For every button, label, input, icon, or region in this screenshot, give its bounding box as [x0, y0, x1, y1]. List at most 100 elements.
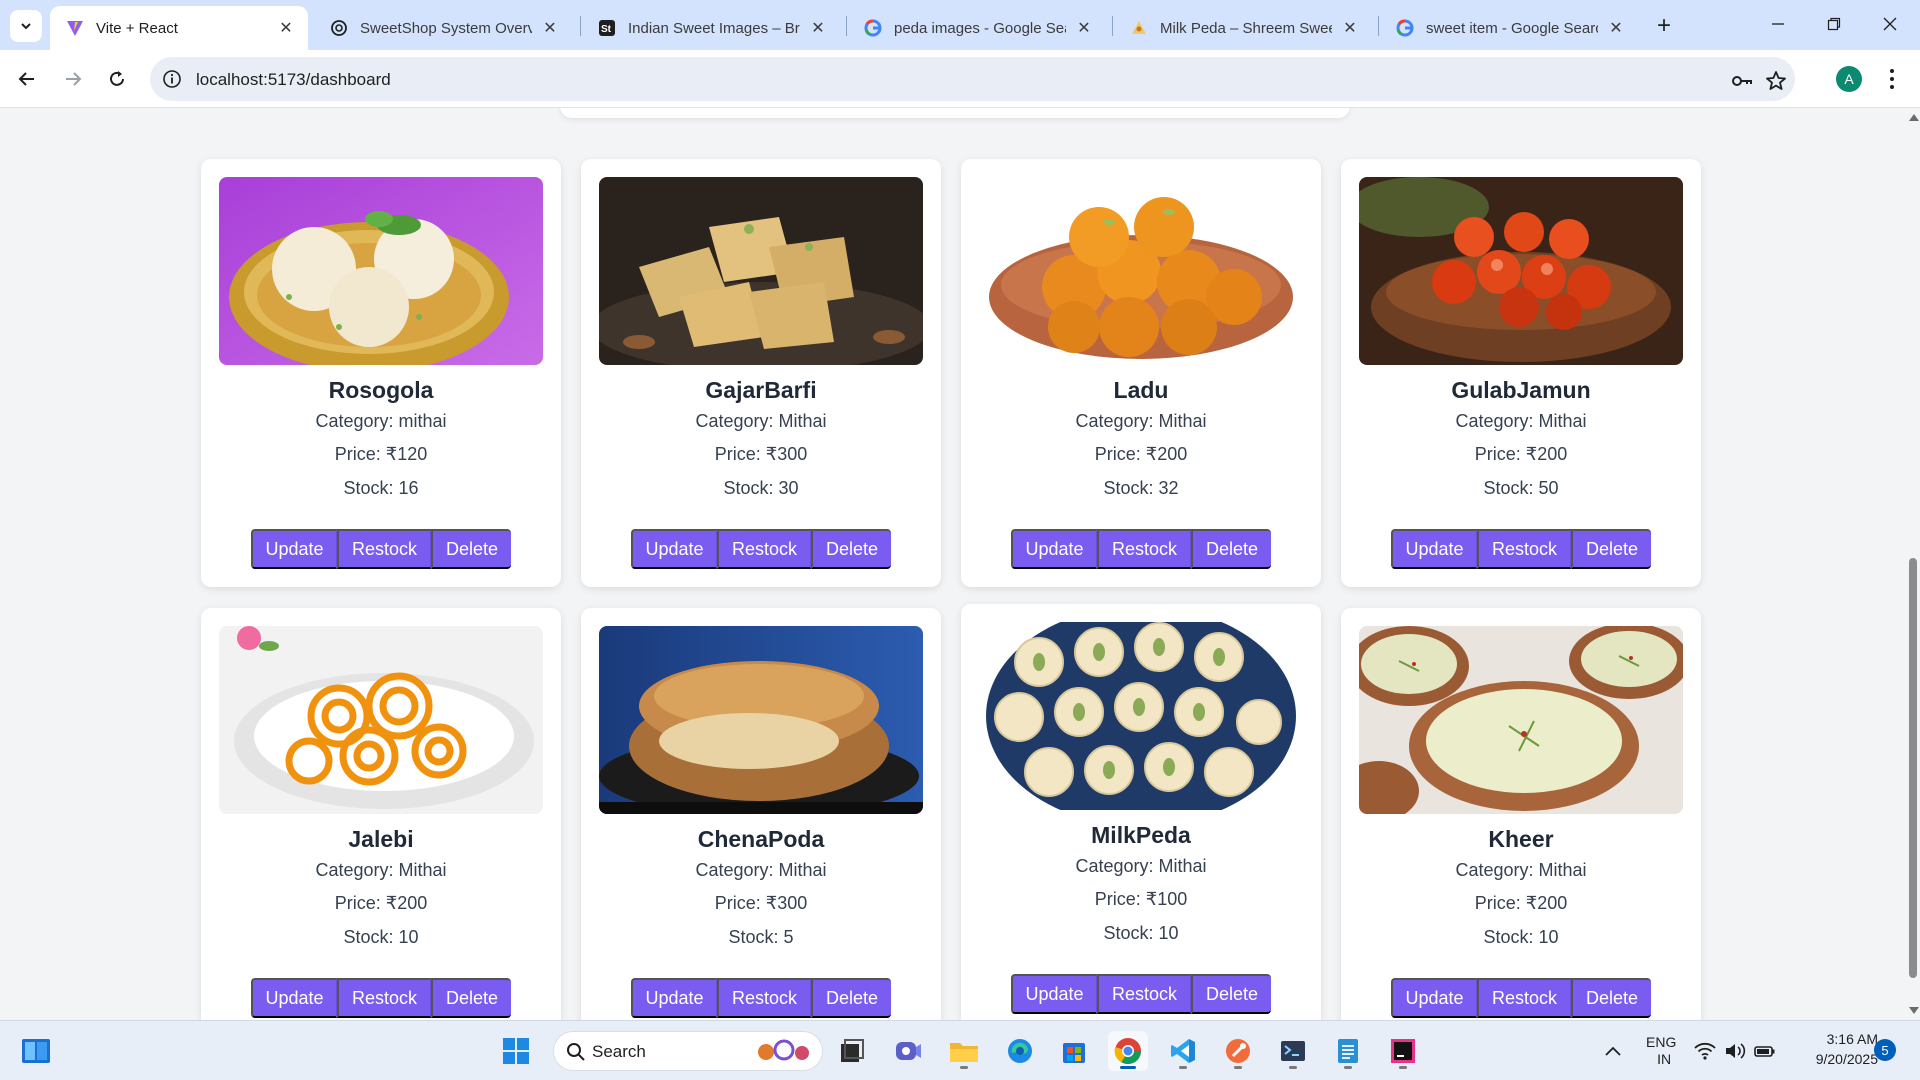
sweet-image-jalebi [219, 626, 543, 814]
terminal-icon[interactable] [1273, 1031, 1313, 1071]
update-button[interactable]: Update [1011, 529, 1097, 569]
sweet-name: Rosogola [328, 377, 434, 403]
vite-icon [66, 19, 84, 37]
delete-button[interactable]: Delete [1191, 529, 1271, 569]
notepad-icon[interactable] [1328, 1031, 1368, 1071]
scroll-up-arrow-icon[interactable] [1909, 114, 1919, 121]
sweet-name: Kheer [1488, 826, 1554, 852]
update-button[interactable]: Update [1011, 974, 1097, 1014]
sweet-stock: Stock: 5 [728, 927, 794, 947]
close-icon[interactable]: ✕ [1340, 18, 1360, 38]
sweet-stock: Stock: 10 [1103, 923, 1179, 943]
running-indicator [1399, 1066, 1407, 1069]
delete-button[interactable]: Delete [1191, 974, 1271, 1014]
restore-button[interactable] [1806, 0, 1862, 48]
search-icon [567, 1043, 585, 1061]
password-key-icon[interactable] [1730, 69, 1754, 93]
sweet-stock: Stock: 30 [723, 478, 799, 498]
restock-button[interactable]: Restock [717, 978, 811, 1018]
page-scrollbar[interactable] [1906, 108, 1920, 1020]
update-button[interactable]: Update [251, 978, 337, 1018]
tab-peda-images[interactable]: peda images - Google Sea ✕ [848, 6, 1106, 50]
delete-button[interactable]: Delete [431, 529, 511, 569]
language-indicator[interactable]: ENG IN [1646, 1021, 1676, 1080]
running-indicator [1234, 1066, 1242, 1069]
update-button[interactable]: Update [1391, 978, 1477, 1018]
delete-button[interactable]: Delete [1571, 978, 1651, 1018]
file-explorer-icon[interactable] [944, 1031, 984, 1071]
task-view-icon[interactable] [832, 1031, 872, 1071]
tab-separator [846, 16, 847, 36]
restock-button[interactable]: Restock [337, 529, 431, 569]
close-icon[interactable]: ✕ [1606, 18, 1626, 38]
tab-title: peda images - Google Sea [894, 19, 1066, 37]
update-button[interactable]: Update [631, 978, 717, 1018]
close-icon[interactable]: ✕ [1074, 18, 1094, 38]
tab-vite-react[interactable]: Vite + React ✕ [50, 6, 308, 50]
chevron-up-icon [1605, 1046, 1621, 1056]
bookmark-star-icon[interactable] [1764, 69, 1788, 93]
update-button[interactable]: Update [1391, 529, 1477, 569]
taskbar-clock[interactable]: 3:16 AM 9/20/2025 [1794, 1029, 1878, 1069]
restock-button[interactable]: Restock [1477, 978, 1571, 1018]
tab-indian-sweet-images[interactable]: St Indian Sweet Images – Bro ✕ [582, 6, 840, 50]
update-button[interactable]: Update [251, 529, 337, 569]
card-actions: Update Restock Delete [1011, 529, 1271, 569]
restock-button[interactable]: Restock [1477, 529, 1571, 569]
system-status-group[interactable] [1694, 1021, 1776, 1080]
scrollbar-thumb[interactable] [1909, 558, 1917, 978]
restock-button[interactable]: Restock [1097, 974, 1191, 1014]
delete-button[interactable]: Delete [811, 529, 891, 569]
running-indicator [1120, 1066, 1136, 1069]
show-hidden-icons-button[interactable] [1604, 1021, 1622, 1080]
notification-badge[interactable]: 5 [1874, 1039, 1896, 1061]
widgets-icon[interactable] [16, 1031, 56, 1071]
windows-start-icon[interactable] [496, 1031, 536, 1071]
close-icon[interactable]: ✕ [540, 18, 560, 38]
more-menu-icon[interactable] [1880, 64, 1904, 94]
sweet-price: Price: ₹200 [1474, 893, 1568, 913]
update-button[interactable]: Update [631, 529, 717, 569]
sweet-stock: Stock: 16 [343, 478, 419, 498]
card-actions: Update Restock Delete [251, 529, 511, 569]
chatgpt-icon [330, 19, 348, 37]
restock-button[interactable]: Restock [1097, 529, 1191, 569]
minimize-button[interactable] [1750, 0, 1806, 48]
close-icon[interactable]: ✕ [808, 18, 828, 38]
url-text[interactable]: localhost:5173/dashboard [196, 70, 391, 90]
meet-icon[interactable] [888, 1031, 928, 1071]
back-button[interactable] [10, 62, 44, 96]
tab-sweet-item-search[interactable]: sweet item - Google Searc ✕ [1380, 6, 1638, 50]
tab-search-button[interactable] [10, 10, 42, 42]
postman-icon[interactable] [1218, 1031, 1258, 1071]
close-window-button[interactable] [1862, 0, 1918, 48]
forward-button[interactable] [56, 62, 90, 96]
store-icon[interactable] [1054, 1031, 1094, 1071]
edge-icon[interactable] [1000, 1031, 1040, 1071]
restock-button[interactable]: Restock [717, 529, 811, 569]
delete-button[interactable]: Delete [1571, 529, 1651, 569]
tab-separator [1112, 16, 1113, 36]
scroll-down-arrow-icon[interactable] [1909, 1007, 1919, 1014]
delete-button[interactable]: Delete [431, 978, 511, 1018]
jetbrains-icon[interactable] [1383, 1031, 1423, 1071]
close-icon [1883, 17, 1897, 31]
delete-button[interactable]: Delete [811, 978, 891, 1018]
address-bar[interactable]: localhost:5173/dashboard [150, 57, 1795, 101]
chrome-icon[interactable] [1108, 1031, 1148, 1071]
sweet-card: Rosogola Category: mithai Price: ₹120 St… [201, 159, 561, 587]
sweet-category: Category: Mithai [695, 411, 827, 431]
reload-button[interactable] [100, 62, 134, 96]
sweet-price: Price: ₹120 [334, 444, 428, 464]
tab-sweetshop-overview[interactable]: SweetShop System Overvie ✕ [314, 6, 572, 50]
info-icon[interactable] [162, 69, 182, 89]
taskbar-search-box[interactable]: Search [553, 1031, 823, 1071]
close-icon[interactable]: ✕ [276, 18, 296, 38]
restock-button[interactable]: Restock [337, 978, 431, 1018]
sweet-image-kheer [1359, 626, 1683, 814]
minimize-icon [1772, 23, 1784, 25]
new-tab-button[interactable]: + [1650, 12, 1678, 40]
profile-avatar[interactable]: A [1836, 66, 1862, 92]
vscode-icon[interactable] [1163, 1031, 1203, 1071]
tab-milk-peda[interactable]: Milk Peda – Shreem Sweet ✕ [1114, 6, 1372, 50]
